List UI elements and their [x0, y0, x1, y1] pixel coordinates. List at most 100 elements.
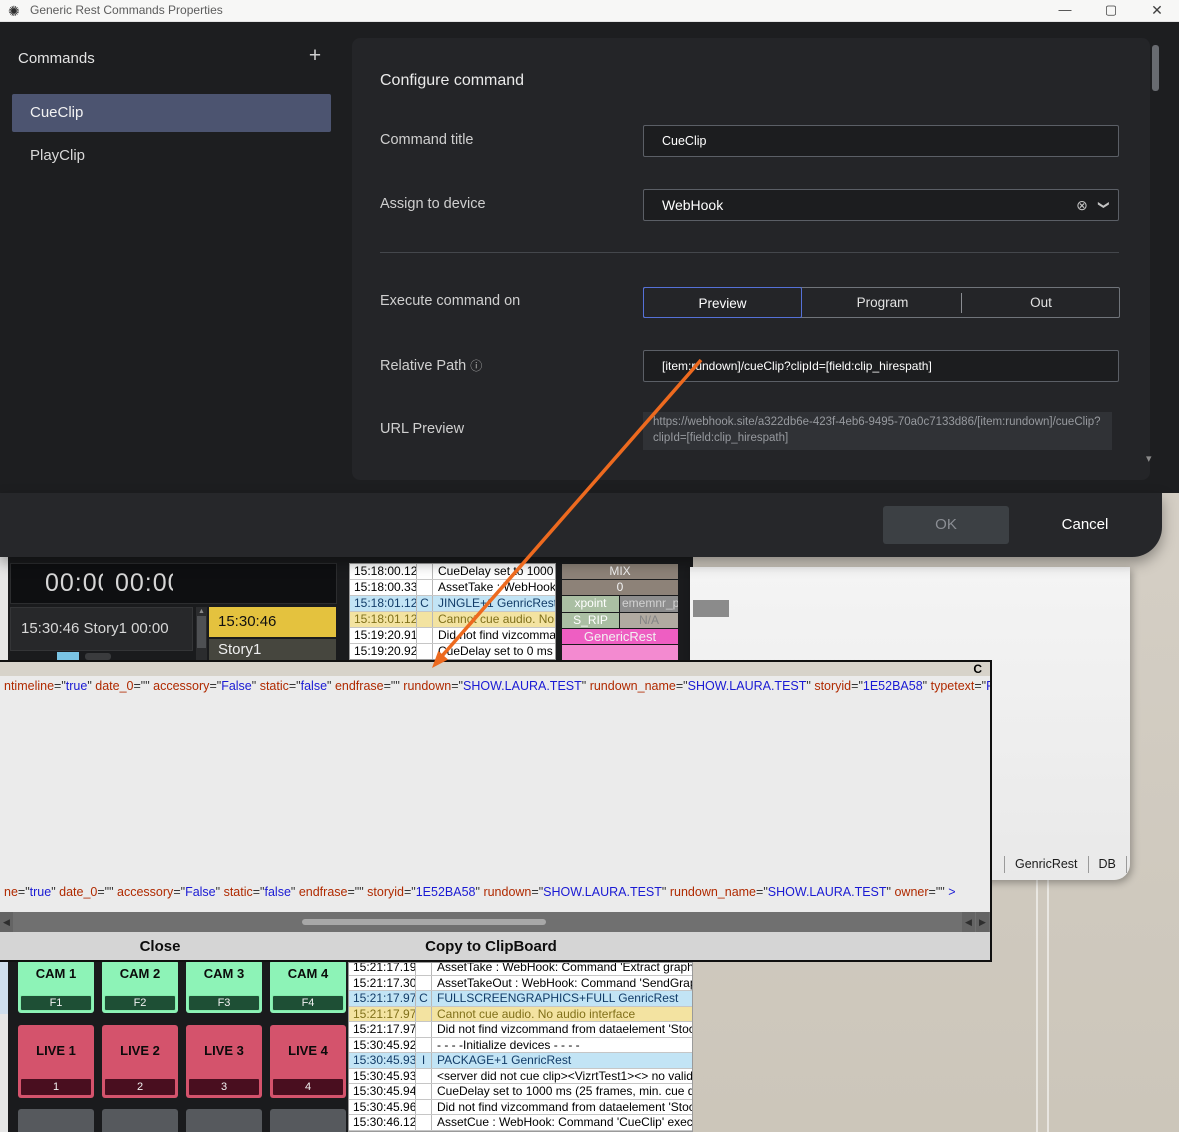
scroll-right-icon[interactable]: ▶ [976, 912, 989, 932]
cancel-button[interactable]: Cancel [1050, 514, 1120, 536]
xml-token: " [109, 885, 117, 899]
xml-token: rundown_name [590, 679, 676, 693]
log-row[interactable]: 15:21:17.30AssetTakeOut : WebHook: Comma… [349, 976, 692, 992]
pad-gray-button[interactable] [186, 1109, 262, 1132]
sidebar-item-cueclip[interactable]: CueClip [12, 94, 331, 132]
log-row[interactable]: 15:18:00.33AssetTake : WebHook: [350, 580, 555, 596]
log-table-bottom: 15:21:17.19AssetTake : WebHook: Command … [348, 962, 693, 1132]
log-cell-flag: C [416, 991, 432, 1006]
mix-na-cell: N/A [620, 613, 678, 628]
xml-token: 1E52BA58 [863, 679, 923, 693]
cam3-button[interactable]: CAM 3 F3 [186, 960, 262, 1013]
xml-token: owner [894, 885, 928, 899]
dialog-titlebar[interactable]: ✺ Generic Rest Commands Properties — ▢ ✕ [0, 0, 1179, 22]
log-row[interactable]: 15:18:01.12CJINGLE+1 GenricRest [350, 596, 555, 612]
sidebar-item-playclip[interactable]: PlayClip [12, 138, 331, 174]
pad-gray-button[interactable] [270, 1109, 346, 1132]
log-row[interactable]: 15:30:45.93IPACKAGE+1 GenricRest [349, 1053, 692, 1069]
scroll-down-icon[interactable]: ▾ [1146, 452, 1152, 465]
mix-crossbar-panel[interactable]: MIX 0 xpoint ememnr_pr S_RIP N/A Generic… [562, 564, 678, 660]
log-rows: 15:21:17.19AssetTake : WebHook: Command … [349, 962, 692, 1132]
scroll-left-icon[interactable]: ◀ [0, 912, 13, 932]
live2-button[interactable]: LIVE 2 2 [102, 1025, 178, 1098]
log-row[interactable]: 15:21:17.19AssetTake : WebHook: Command … [349, 962, 692, 976]
live3-button[interactable]: LIVE 3 3 [186, 1025, 262, 1098]
log-row[interactable]: 15:21:17.97CFULLSCREENGRAPHICS+FULL Genr… [349, 991, 692, 1007]
scroll-left-icon[interactable]: ◀ [962, 912, 975, 932]
cam-key-label: F4 [272, 995, 344, 1011]
log-row[interactable]: 15:21:17.97 Cannot cue audio. No audio in… [349, 1007, 692, 1023]
rundown-scrollbar[interactable]: ▲ [196, 607, 207, 660]
log-cell-time: 15:18:01.12 [350, 596, 417, 611]
cam1-button[interactable]: CAM 1 F1 [18, 960, 94, 1013]
app-icon: ✺ [8, 2, 20, 20]
pad-gray-button[interactable] [102, 1109, 178, 1132]
scrollbar-thumb[interactable] [197, 616, 206, 648]
assign-device-label: Assign to device [380, 196, 486, 212]
xml-token: SHOW.LAURA.TEST [768, 885, 887, 899]
log-row[interactable]: 15:19:20.91Did not find vizcommand [350, 628, 555, 644]
minimize-button[interactable]: — [1048, 0, 1082, 21]
scrollbar-thumb[interactable] [302, 919, 546, 925]
assign-device-select[interactable]: WebHook ⊗ ❯ [643, 189, 1119, 221]
xml-token: =" [756, 885, 768, 899]
relative-path-input[interactable]: [item:rundown]/cueClip?clipId=[field:cli… [643, 350, 1119, 382]
log-cell-time: 15:19:20.92 [350, 644, 417, 659]
xml-token: ne [4, 885, 18, 899]
xml-token: storyid [367, 885, 404, 899]
copy-to-clipboard-button[interactable]: Copy to ClipBoard [360, 932, 622, 962]
chevron-down-icon[interactable]: ❯ [1096, 190, 1112, 220]
segment-out[interactable]: Out [962, 288, 1120, 317]
xml-token: =" [929, 885, 941, 899]
close-button[interactable]: Close [60, 932, 260, 962]
log-row[interactable]: 15:30:45.93<server did not cue clip><Viz… [349, 1069, 692, 1085]
log-cell-msg: Cannot cue audio. No audio interface [432, 1007, 692, 1022]
log-row[interactable]: 15:30:45.94CueDelay set to 1000 ms (25 f… [349, 1084, 692, 1100]
timer-left: 00:00 [45, 564, 103, 603]
xml-token: accessory [153, 679, 209, 693]
panel-gray-chip [693, 600, 729, 617]
xml-token: rundown [403, 679, 451, 693]
segment-preview[interactable]: Preview [643, 287, 802, 318]
pad-gray-button[interactable] [18, 1109, 94, 1132]
log-row[interactable]: 15:18:01.12Cannot cue audio. No au [350, 612, 555, 628]
log-row[interactable]: 15:19:20.92CueDelay set to 0 ms (0 [350, 644, 555, 660]
xml-horizontal-scrollbar[interactable]: ◀ ◀ ▶ [0, 912, 990, 932]
live-label: LIVE 2 [102, 1043, 178, 1058]
ok-button[interactable]: OK [883, 506, 1009, 544]
log-row[interactable]: 15:30:45.92- - - -Initialize devices - -… [349, 1038, 692, 1054]
relative-path-label-text: Relative Path [380, 358, 466, 374]
add-command-button[interactable]: + [303, 44, 327, 68]
log-row[interactable]: 15:30:45.96Did not find vizcommand from … [349, 1100, 692, 1116]
xml-token: SHOW.LAURA.TEST [463, 679, 582, 693]
master-timer-display: 00:00 00:00 [10, 563, 337, 604]
xml-token: FULL SOUND [986, 679, 992, 693]
cam2-button[interactable]: CAM 2 F2 [102, 960, 178, 1013]
story-name-cell[interactable]: Story1 [209, 639, 336, 660]
xml-token: " [145, 679, 153, 693]
url-preview-value: https://webhook.site/a322db6e-423f-4eb6-… [643, 412, 1112, 450]
log-cell-msg: Did not find vizcommand from dataelement… [432, 1022, 692, 1037]
live4-button[interactable]: LIVE 4 4 [270, 1025, 346, 1098]
command-title-input[interactable]: CueClip [643, 125, 1119, 157]
log-cell-time: 15:21:17.97 [349, 1007, 416, 1022]
story-time-cell[interactable]: 15:30:46 [209, 607, 336, 637]
scroll-up-icon[interactable]: ▲ [197, 607, 206, 616]
tab-genricrest[interactable]: GenricRest [1013, 857, 1080, 871]
log-cell-flag [416, 1069, 432, 1084]
info-icon[interactable]: ⓘ [470, 359, 482, 373]
live1-button[interactable]: LIVE 1 1 [18, 1025, 94, 1098]
log-row[interactable]: 15:21:17.97Did not find vizcommand from … [349, 1022, 692, 1038]
log-cell-flag [416, 1007, 432, 1022]
segment-program[interactable]: Program [803, 288, 962, 317]
log-row[interactable]: 15:18:00.12CueDelay set to 1000 ms [350, 564, 555, 580]
command-title-label: Command title [380, 132, 473, 148]
live-label: LIVE 4 [270, 1043, 346, 1058]
close-window-button[interactable]: ✕ [1140, 0, 1174, 21]
log-cell-flag [417, 564, 433, 579]
dialog-scrollbar-thumb[interactable] [1152, 45, 1159, 91]
log-row[interactable]: 15:30:46.12AssetCue : WebHook: Command '… [349, 1115, 692, 1131]
cam4-button[interactable]: CAM 4 F4 [270, 960, 346, 1013]
maximize-button[interactable]: ▢ [1094, 0, 1128, 21]
tab-db[interactable]: DB [1097, 857, 1118, 871]
